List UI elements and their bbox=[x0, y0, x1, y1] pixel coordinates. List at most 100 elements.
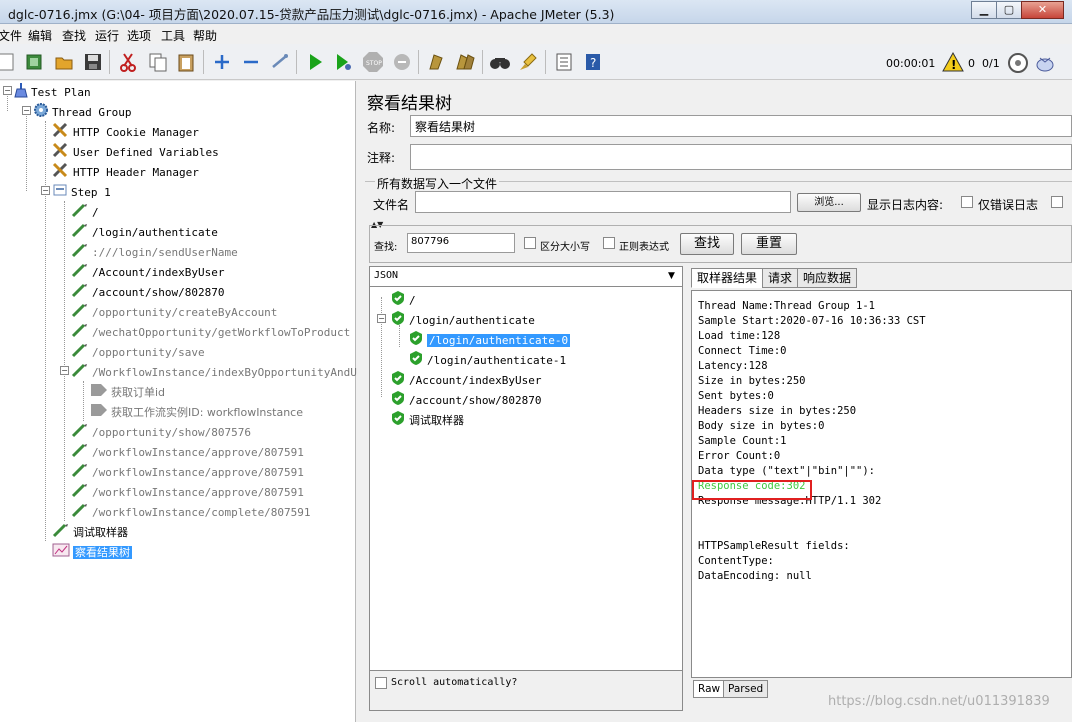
tree-item[interactable]: HTTP Cookie Manager bbox=[52, 122, 199, 140]
log-content-label: 显示日志内容: bbox=[867, 198, 944, 212]
cut-button[interactable] bbox=[116, 50, 140, 74]
result-item[interactable]: 调试取样器 bbox=[390, 410, 464, 428]
tree-item[interactable]: /opportunity/save bbox=[71, 342, 205, 360]
result-item[interactable]: /account/show/802870 bbox=[390, 390, 541, 408]
open-button[interactable] bbox=[52, 50, 76, 74]
tree-item[interactable]: Thread Group bbox=[33, 102, 131, 120]
find-button[interactable]: 查找 bbox=[680, 233, 734, 255]
clear-button[interactable] bbox=[424, 50, 448, 74]
tree-item[interactable]: /workflowInstance/approve/807591 bbox=[71, 442, 304, 460]
menu-edit[interactable]: 编辑 bbox=[28, 27, 52, 44]
successes-only-checkbox[interactable] bbox=[1051, 196, 1063, 208]
clear-all-button[interactable] bbox=[453, 50, 477, 74]
collapse-all-button[interactable] bbox=[239, 50, 263, 74]
reset-search-button[interactable] bbox=[516, 50, 540, 74]
logger-icon[interactable] bbox=[1034, 52, 1056, 74]
tab-sampler-result[interactable]: 取样器结果 bbox=[691, 268, 764, 288]
tab-response-data[interactable]: 响应数据 bbox=[797, 268, 858, 288]
tab-parsed[interactable]: Parsed bbox=[723, 680, 769, 698]
name-field[interactable]: 察看结果树 bbox=[410, 115, 1072, 137]
tree-item[interactable]: /WorkflowInstance/indexByOpportunityAndU… bbox=[71, 362, 377, 380]
tree-toggle-workflow[interactable]: − bbox=[60, 366, 69, 375]
result-item[interactable]: /login/authenticate bbox=[390, 310, 535, 328]
case-sensitive-label: 区分大小写 bbox=[540, 242, 590, 253]
svg-text:!: ! bbox=[951, 58, 956, 72]
tree-item-label: :///login/sendUserName bbox=[92, 246, 238, 259]
tree-item[interactable]: /workflowInstance/approve/807591 bbox=[71, 462, 304, 480]
tree-item[interactable]: /opportunity/show/807576 bbox=[71, 422, 251, 440]
expand-all-button[interactable] bbox=[210, 50, 234, 74]
controller-icon bbox=[52, 182, 68, 204]
templates-button[interactable] bbox=[22, 50, 46, 74]
scroll-automatically-checkbox[interactable] bbox=[375, 677, 387, 689]
result-item[interactable]: /Account/indexByUser bbox=[390, 370, 541, 388]
tree-toggle-step1[interactable]: − bbox=[41, 186, 50, 195]
errors-only-label: 仅错误日志 bbox=[978, 198, 1039, 212]
tree-item[interactable]: /login/authenticate bbox=[71, 222, 218, 240]
tree-item[interactable]: User Defined Variables bbox=[52, 142, 219, 160]
stop-button[interactable]: STOP bbox=[361, 50, 385, 74]
tree-item[interactable]: /opportunity/createByAccount bbox=[71, 302, 277, 320]
browse-button[interactable]: 浏览... bbox=[797, 193, 861, 212]
save-button[interactable] bbox=[81, 50, 105, 74]
tree-item[interactable]: 调试取样器 bbox=[52, 522, 128, 540]
result-item[interactable]: / bbox=[390, 290, 416, 308]
tree-toggle-test-plan[interactable]: − bbox=[3, 86, 12, 95]
search-button[interactable] bbox=[488, 50, 512, 74]
warning-icon[interactable]: ! bbox=[942, 52, 964, 72]
menu-search[interactable]: 查找 bbox=[62, 27, 86, 44]
tab-raw[interactable]: Raw bbox=[693, 680, 726, 698]
tab-request[interactable]: 请求 bbox=[762, 268, 799, 288]
close-button[interactable]: ✕ bbox=[1021, 1, 1064, 19]
case-sensitive-checkbox[interactable] bbox=[524, 237, 536, 249]
errors-only-checkbox[interactable] bbox=[961, 196, 973, 208]
renderer-select[interactable]: JSON ▼ bbox=[370, 267, 682, 287]
tree-toggle-thread-group[interactable]: − bbox=[22, 106, 31, 115]
search-input[interactable]: 807796 bbox=[407, 233, 515, 253]
filename-field[interactable] bbox=[415, 191, 791, 213]
tree-item[interactable]: Test Plan bbox=[14, 82, 91, 100]
menu-file[interactable]: 文件 bbox=[0, 27, 22, 44]
success-check-icon bbox=[390, 370, 406, 392]
result-line: Thread Name:Thread Group 1-1 bbox=[698, 300, 876, 312]
toggle-button[interactable] bbox=[268, 50, 292, 74]
pipette-icon bbox=[71, 322, 89, 344]
tree-item[interactable]: 获取工作流实例ID: workflowInstance bbox=[90, 402, 303, 420]
result-item-label: /login/authenticate bbox=[409, 314, 535, 327]
shutdown-icon bbox=[394, 54, 410, 70]
tree-item[interactable]: Step 1 bbox=[52, 182, 111, 200]
tree-item-label: 获取订单id bbox=[111, 386, 166, 399]
help-button[interactable]: ? bbox=[581, 50, 605, 74]
tree-item[interactable]: /workflowInstance/complete/807591 bbox=[71, 502, 311, 520]
tree-item[interactable]: /workflowInstance/approve/807591 bbox=[71, 482, 304, 500]
result-item[interactable]: /login/authenticate-0 bbox=[408, 330, 572, 348]
menu-run[interactable]: 运行 bbox=[95, 27, 119, 44]
paste-button[interactable] bbox=[174, 50, 198, 74]
maximize-button[interactable]: ▢ bbox=[996, 1, 1022, 19]
start-no-pauses-button[interactable] bbox=[331, 50, 355, 74]
tree-item[interactable]: :///login/sendUserName bbox=[71, 242, 238, 260]
tree-item[interactable]: / bbox=[71, 202, 99, 220]
tree-item[interactable]: /Account/indexByUser bbox=[71, 262, 224, 280]
wrench-icon bbox=[52, 142, 70, 164]
copy-button[interactable] bbox=[146, 50, 170, 74]
tree-item[interactable]: HTTP Header Manager bbox=[52, 162, 199, 180]
menu-tools[interactable]: 工具 bbox=[161, 27, 185, 44]
new-button[interactable] bbox=[0, 50, 18, 74]
function-helper-button[interactable] bbox=[552, 50, 576, 74]
tree-item[interactable]: /wechatOpportunity/getWorkflowToProduct bbox=[71, 322, 350, 340]
reset-button[interactable]: 重置 bbox=[741, 233, 797, 255]
result-item[interactable]: /login/authenticate-1 bbox=[408, 350, 566, 368]
minimize-button[interactable]: ▁ bbox=[971, 1, 997, 19]
comment-field[interactable] bbox=[410, 144, 1072, 170]
tree-item[interactable]: 获取订单id bbox=[90, 382, 165, 400]
result-toggle[interactable]: − bbox=[377, 314, 386, 323]
regex-checkbox[interactable] bbox=[603, 237, 615, 249]
start-button[interactable] bbox=[303, 50, 327, 74]
tree-item[interactable]: /account/show/802870 bbox=[71, 282, 224, 300]
shutdown-button[interactable] bbox=[390, 50, 414, 74]
menu-help[interactable]: 帮助 bbox=[193, 27, 217, 44]
tree-item[interactable]: 察看结果树 bbox=[52, 542, 132, 560]
menu-options[interactable]: 选项 bbox=[127, 27, 151, 44]
stop-icon: STOP bbox=[363, 52, 383, 72]
